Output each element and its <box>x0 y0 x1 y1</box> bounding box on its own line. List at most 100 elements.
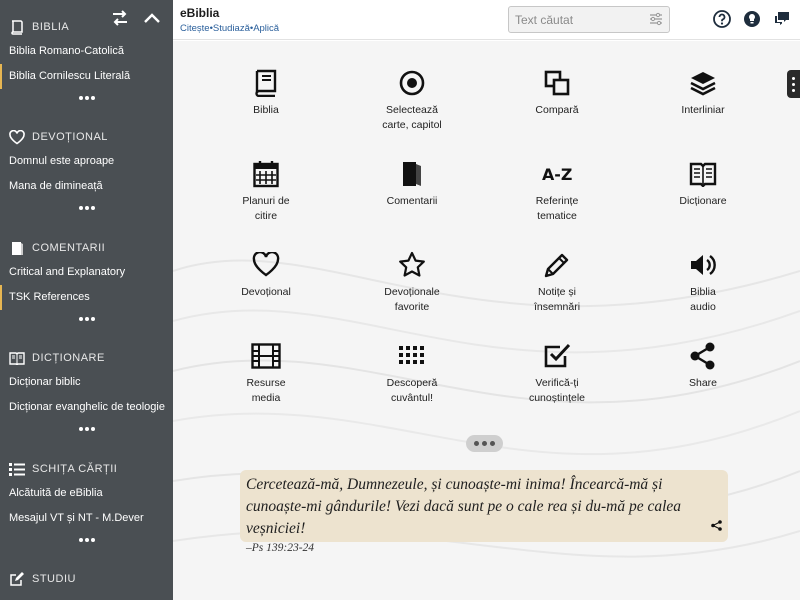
tile-planuri[interactable]: Planuri de citire <box>211 159 321 224</box>
sidebar-item[interactable]: Dicționar biblic <box>0 370 173 395</box>
sidebar-item[interactable]: Biblia Romano-Catolică <box>0 39 173 64</box>
dictionary-icon <box>688 159 718 189</box>
lightbulb-icon[interactable] <box>742 9 762 29</box>
share-icon[interactable] <box>711 518 722 536</box>
film-icon <box>251 341 281 371</box>
sidebar-item[interactable]: Mana de dimineață <box>0 174 173 199</box>
tile-biblia[interactable]: Biblia <box>211 68 321 118</box>
sidebar-section-studiu: Studiu <box>0 567 173 591</box>
main-content: Biblia Selectează carte, capitol Compară… <box>173 41 800 600</box>
more-dots[interactable] <box>0 89 173 106</box>
verse-text: Cercetează-mă, Dumnezeule, și cunoaște-m… <box>246 476 682 537</box>
grid-icon <box>397 341 427 371</box>
sidebar-section-devotional: Devoțional Domnul este aproape Mana de d… <box>0 125 173 216</box>
edit-icon <box>9 571 25 587</box>
sidebar-section-dictionare: Dicționare Dicționar biblic Dicționar ev… <box>0 346 173 437</box>
pencil-icon <box>542 250 572 280</box>
side-handle[interactable] <box>787 70 800 98</box>
more-dots[interactable] <box>0 310 173 327</box>
tile-label: Verifică-ți cunoștințele <box>528 377 586 404</box>
tile-label: Share <box>688 377 718 389</box>
tile-descopera[interactable]: Descoperă cuvântul! <box>357 341 467 406</box>
book-icon <box>251 68 281 98</box>
tile-label: Comentarii <box>386 195 438 207</box>
share-icon <box>688 341 718 371</box>
section-title: Studiu <box>32 573 76 585</box>
sidebar-section-header[interactable]: Schița cărții <box>0 457 173 481</box>
section-title: Dicționare <box>32 352 105 364</box>
sidebar-section-header[interactable]: Biblia <box>0 15 173 39</box>
tile-label: Planuri de citire <box>242 195 290 222</box>
sidebar-item[interactable]: Mesajul VT și NT - M.Dever <box>0 506 173 531</box>
help-icon[interactable] <box>712 9 732 29</box>
tile-comentarii[interactable]: Comentarii <box>357 159 467 209</box>
sidebar-item[interactable]: Alcătuită de eBiblia <box>0 481 173 506</box>
tile-label: Dicționare <box>679 195 727 207</box>
tile-share[interactable]: Share <box>648 341 758 391</box>
tile-dictionare[interactable]: Dicționare <box>648 159 758 209</box>
sidebar: Biblia Biblia Romano-Catolică Biblia Cor… <box>0 0 173 600</box>
tile-devotional[interactable]: Devoțional <box>211 250 321 300</box>
sidebar-section-header[interactable]: Comentarii <box>0 236 173 260</box>
sidebar-item[interactable]: Domnul este aproape <box>0 149 173 174</box>
layers-icon <box>688 68 718 98</box>
tile-label: Interliniar <box>681 104 725 116</box>
tile-notite[interactable]: Notițe și însemnări <box>502 250 612 315</box>
sidebar-item[interactable]: Dicționar evanghelic de teologie <box>0 395 173 420</box>
heart-icon <box>9 129 25 145</box>
filter-icon[interactable] <box>649 12 663 31</box>
tile-verifica[interactable]: Verifică-ți cunoștințele <box>502 341 612 406</box>
more-dots[interactable] <box>0 420 173 437</box>
sidebar-section-comentarii: Comentarii Critical and Explanatory TSK … <box>0 236 173 327</box>
sidebar-section-header[interactable]: Studiu <box>0 567 173 591</box>
comment-book-icon <box>397 159 427 189</box>
tile-interliniar[interactable]: Interliniar <box>648 68 758 118</box>
svg-text:A-Z: A-Z <box>542 165 572 184</box>
outline-icon <box>9 461 25 477</box>
tile-label: Selectează carte, capitol <box>382 104 442 131</box>
search-input[interactable] <box>515 12 645 27</box>
tile-resurse-media[interactable]: Resurse media <box>211 341 321 406</box>
heart-icon <box>251 250 281 280</box>
book-icon <box>9 19 25 35</box>
section-title: Devoțional <box>32 131 108 143</box>
more-dots[interactable] <box>0 531 173 548</box>
top-header: eBiblia Citește•Studiază•Aplică <box>173 0 800 40</box>
sidebar-item-active[interactable]: TSK References <box>0 285 173 310</box>
tile-label: Biblia <box>253 104 279 116</box>
search-box <box>508 6 670 33</box>
a-z-icon: A-Z <box>542 159 572 189</box>
tile-label: Devoțional <box>241 286 291 298</box>
sidebar-section-header[interactable]: Devoțional <box>0 125 173 149</box>
app-title: eBiblia <box>180 6 220 20</box>
compare-icon <box>542 68 572 98</box>
sidebar-section-biblia: Biblia Biblia Romano-Catolică Biblia Cor… <box>0 15 173 106</box>
tile-biblia-audio[interactable]: Biblia audio <box>648 250 758 315</box>
tile-selecteaza[interactable]: Selectează carte, capitol <box>357 68 467 133</box>
tile-devotionale-favorite[interactable]: Devoționale favorite <box>357 250 467 315</box>
checkbox-icon <box>542 341 572 371</box>
more-dots[interactable] <box>0 199 173 216</box>
calendar-icon <box>251 159 281 189</box>
chat-icon[interactable] <box>772 9 792 29</box>
tile-label: Compară <box>535 104 579 116</box>
tile-compara[interactable]: Compară <box>502 68 612 118</box>
sidebar-item[interactable]: Critical and Explanatory <box>0 260 173 285</box>
sidebar-section-header[interactable]: Dicționare <box>0 346 173 370</box>
app-subtitle: Citește•Studiază•Aplică <box>180 23 280 34</box>
tile-referinte[interactable]: A-Z Referințe tematice <box>502 159 612 224</box>
sidebar-item-active[interactable]: Biblia Cornilescu Literală <box>0 64 173 89</box>
verse-reference: –Ps 139:23-24 <box>246 542 315 554</box>
section-title: Biblia <box>32 21 70 33</box>
tile-label: Referințe tematice <box>535 195 579 222</box>
speaker-icon <box>688 250 718 280</box>
section-title: Comentarii <box>32 242 106 254</box>
more-button[interactable] <box>466 435 503 452</box>
comment-book-icon <box>9 240 25 256</box>
target-icon <box>397 68 427 98</box>
tile-label: Resurse media <box>246 377 286 404</box>
tile-label: Notițe și însemnări <box>533 286 581 313</box>
verse-of-day-card[interactable]: Cercetează-mă, Dumnezeule, și cunoaște-m… <box>240 470 728 554</box>
sidebar-section-schita: Schița cărții Alcătuită de eBiblia Mesaj… <box>0 457 173 548</box>
dictionary-icon <box>9 350 25 366</box>
